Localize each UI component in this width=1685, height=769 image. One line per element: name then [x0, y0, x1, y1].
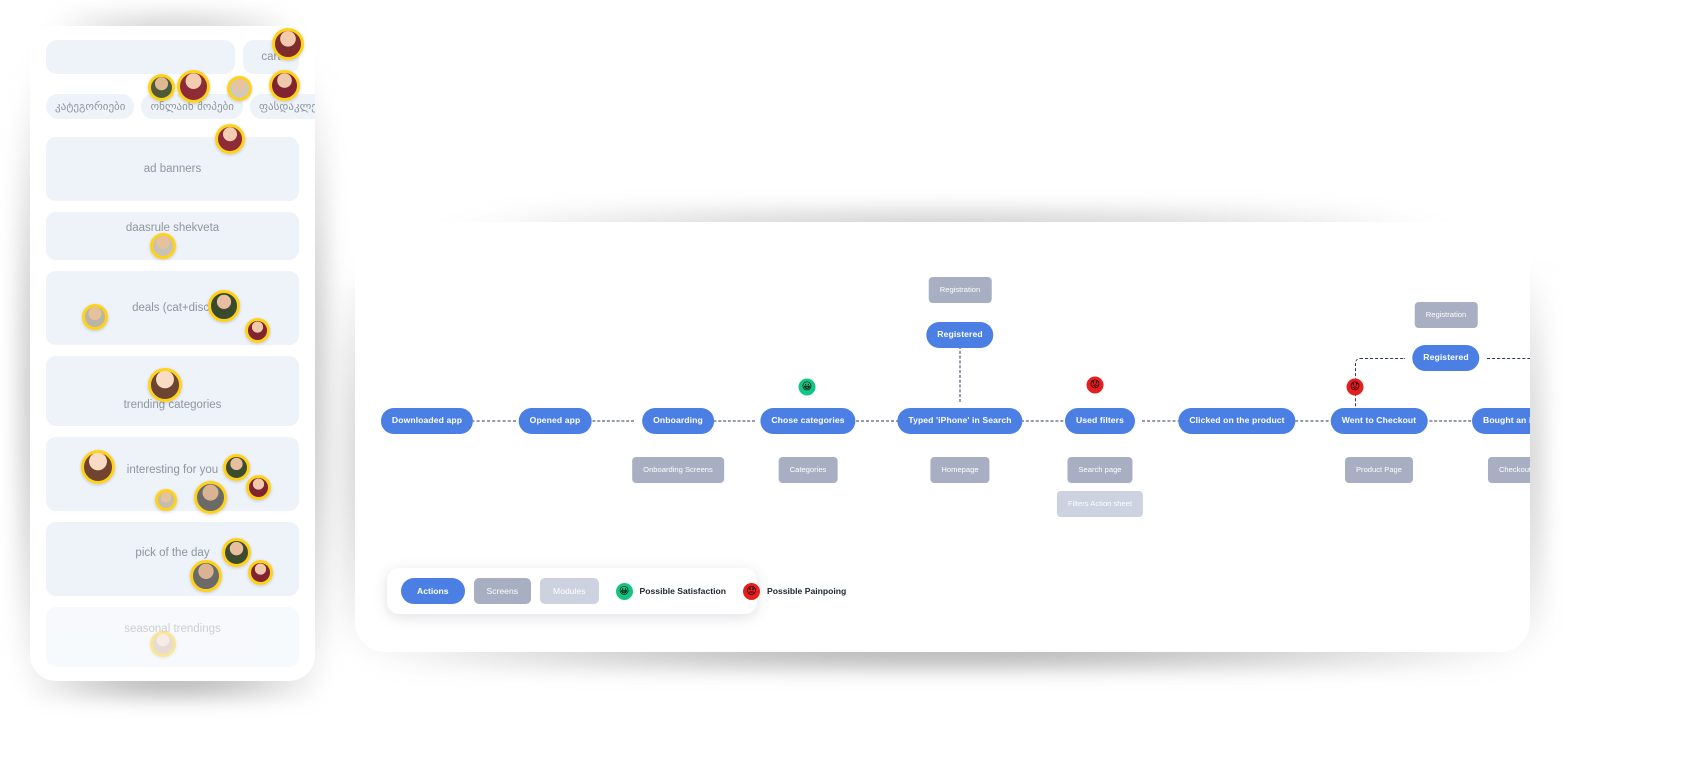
frowning-icon: 😟	[1089, 379, 1101, 390]
avatar	[215, 124, 245, 154]
avatar	[222, 538, 251, 567]
legend-label: Screens	[486, 586, 519, 596]
node-label: Onboarding Screens	[643, 464, 713, 474]
screen-registration-right[interactable]: Registration	[1414, 302, 1478, 328]
action-downloaded-app[interactable]: Downloaded app	[380, 408, 474, 434]
avatar	[248, 560, 273, 585]
avatar	[155, 489, 177, 511]
action-typed-iphone[interactable]: Typed 'iPhone' in Search	[897, 408, 1023, 434]
node-label: Filters Action sheet	[1067, 498, 1133, 508]
painpoint-marker-checkout-icon: 😟	[1346, 378, 1364, 396]
legend-label: Modules	[553, 586, 586, 596]
node-label: Bought an item	[1483, 415, 1530, 426]
node-label: Search page	[1078, 464, 1122, 474]
node-label: Homepage	[941, 464, 979, 474]
avatar	[82, 304, 108, 330]
card-label: interesting for you	[126, 464, 219, 476]
frowning-glyph: 😟	[746, 585, 757, 597]
node-label: Product Page	[1355, 464, 1403, 474]
node-label: Clicked on the product	[1189, 415, 1285, 426]
screen-homepage[interactable]: Homepage	[930, 457, 990, 483]
frowning-icon: 😟	[742, 582, 760, 600]
card-label: ad banners	[143, 163, 202, 175]
avatar	[150, 631, 176, 657]
avatar	[194, 481, 227, 514]
action-clicked-product[interactable]: Clicked on the product	[1178, 408, 1296, 434]
category-chip-row: კატეგორიები ონლაინ შოპები ფასდაკლებები	[46, 94, 315, 119]
node-label: Opened app	[529, 415, 581, 426]
legend-actions-chip[interactable]: Actions	[401, 578, 465, 604]
screen-search-page[interactable]: Search page	[1067, 457, 1133, 483]
phone-mockup-panel: cart კატეგორიები ონლაინ შოპები ფასდაკლებ…	[30, 26, 315, 681]
node-label: Downloaded app	[391, 415, 463, 426]
node-label: Went to Checkout	[1341, 415, 1417, 426]
node-label: Categories	[789, 464, 827, 474]
avatar	[150, 233, 176, 259]
legend: Actions Screens Modules 😀 Possible Satis…	[387, 568, 846, 614]
card-ad-banners[interactable]: ad banners	[46, 137, 299, 201]
action-went-to-checkout[interactable]: Went to Checkout	[1330, 408, 1428, 434]
card-label: pick of the day	[135, 547, 210, 559]
avatar	[223, 454, 250, 481]
avatar	[148, 74, 175, 101]
smiley-icon: 😀	[615, 582, 633, 600]
avatar	[208, 290, 240, 322]
connector-registered-typed	[959, 346, 961, 402]
user-flow-board: Downloaded app Opened app Onboarding Cho…	[355, 222, 1530, 652]
avatar	[148, 368, 182, 402]
node-label: Onboarding	[653, 415, 703, 426]
legend-label: Actions	[417, 586, 449, 596]
action-registered-right[interactable]: Registered	[1412, 345, 1480, 371]
node-label: Registration	[939, 284, 981, 294]
action-chose-categories[interactable]: Chose categories	[760, 408, 856, 434]
module-filters-action-sheet[interactable]: Filters Action sheet	[1056, 491, 1144, 517]
phone-top-bar: cart	[46, 40, 299, 74]
legend-satisfaction-key: 😀 Possible Satisfaction	[615, 582, 726, 600]
avatar	[190, 560, 222, 592]
legend-painpoint-key: 😟 Possible Painpoing	[742, 582, 847, 600]
action-used-filters[interactable]: Used filters	[1064, 408, 1136, 434]
legend-label: Possible Painpoing	[766, 586, 847, 596]
legend-modules-chip[interactable]: Modules	[540, 578, 599, 604]
avatar	[246, 475, 271, 500]
node-label: Checkout	[1498, 464, 1530, 474]
node-label: Used filters	[1075, 415, 1125, 426]
action-opened-app[interactable]: Opened app	[518, 408, 592, 434]
smiley-icon: 😀	[801, 381, 813, 392]
legend-screens-chip[interactable]: Screens	[473, 578, 532, 604]
avatar	[227, 76, 252, 101]
chip-categories[interactable]: კატეგორიები	[46, 94, 135, 119]
action-bought-an-item[interactable]: Bought an item	[1472, 408, 1530, 434]
screenshot-stage: cart კატეგორიები ონლაინ შოპები ფასდაკლებ…	[0, 0, 1685, 769]
screen-product-page[interactable]: Product Page	[1344, 457, 1414, 483]
action-onboarding[interactable]: Onboarding	[642, 408, 714, 434]
frowning-icon: 😟	[1349, 381, 1361, 392]
satisfaction-marker-icon: 😀	[798, 378, 816, 396]
screen-checkout[interactable]: Checkout	[1487, 457, 1530, 483]
node-label: Chose categories	[771, 415, 845, 426]
avatar	[269, 70, 300, 101]
node-label: Registered	[937, 329, 983, 340]
avatar	[245, 318, 270, 343]
action-registered-middle[interactable]: Registered	[926, 322, 994, 348]
avatar	[81, 450, 115, 484]
legend-label: Possible Satisfaction	[639, 586, 726, 596]
card-label: daasrule shekveta	[125, 222, 220, 234]
search-input[interactable]	[46, 40, 235, 74]
painpoint-marker-filters-icon: 😟	[1086, 376, 1104, 394]
card-label: trending categories	[123, 399, 222, 411]
screen-categories[interactable]: Categories	[778, 457, 838, 483]
card-label: deals (cat+disc)	[132, 302, 213, 314]
avatar	[177, 70, 210, 103]
screen-registration-middle[interactable]: Registration	[928, 277, 992, 303]
node-label: Registration	[1425, 309, 1467, 319]
smiley-glyph: 😀	[618, 585, 630, 597]
node-label: Typed 'iPhone' in Search	[908, 415, 1012, 426]
screen-onboarding-screens[interactable]: Onboarding Screens	[632, 457, 724, 483]
node-label: Registered	[1423, 352, 1469, 363]
avatar	[272, 28, 304, 60]
